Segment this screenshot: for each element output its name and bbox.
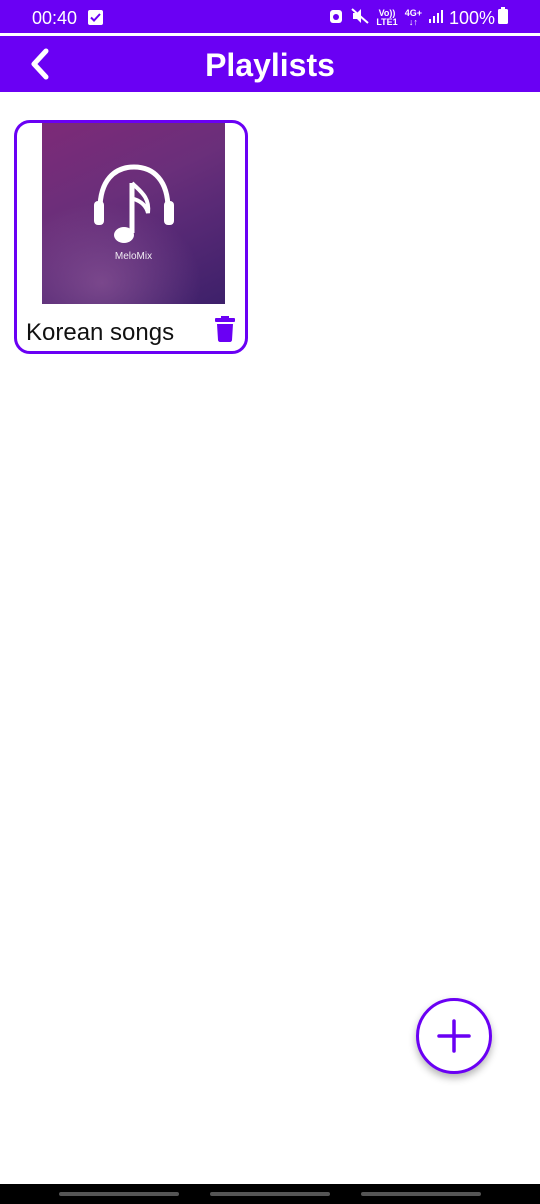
nav-home[interactable] bbox=[210, 1192, 330, 1196]
volte-label: Vo)) LTE1 bbox=[376, 9, 397, 27]
status-time: 00:40 bbox=[32, 8, 78, 28]
status-icons: Vo)) LTE1 4G+ ↓↑ 100% bbox=[321, 6, 508, 30]
nav-back[interactable] bbox=[361, 1192, 481, 1196]
notification-check-icon bbox=[88, 10, 103, 25]
plus-icon bbox=[437, 1019, 471, 1053]
playlist-card[interactable]: MeloMix Korean songs bbox=[14, 120, 248, 354]
trash-icon bbox=[215, 316, 235, 342]
status-bar: 00:40 Vo)) LTE1 4G+ ↓↑ 100% bbox=[0, 0, 540, 33]
nav-recents[interactable] bbox=[59, 1192, 179, 1196]
mute-icon bbox=[351, 7, 370, 29]
signal-icon bbox=[428, 9, 443, 28]
headphones-music-note-icon bbox=[94, 164, 174, 243]
battery-percent: 100% bbox=[448, 7, 495, 28]
alarm-icon bbox=[328, 8, 344, 29]
app-bar: Playlists bbox=[0, 36, 540, 92]
battery-icon bbox=[498, 7, 508, 29]
volte-label-bottom: LTE1 bbox=[376, 17, 398, 27]
network-type: 4G+ ↓↑ bbox=[405, 9, 422, 27]
data-arrows-icon: ↓↑ bbox=[408, 17, 418, 27]
system-nav-bar bbox=[0, 1184, 540, 1204]
playlist-cover: MeloMix bbox=[42, 123, 225, 304]
playlist-name: Korean songs bbox=[26, 319, 175, 346]
page-title: Playlists bbox=[205, 47, 335, 83]
add-playlist-button[interactable] bbox=[416, 998, 492, 1074]
delete-playlist-button[interactable] bbox=[212, 314, 238, 344]
cover-brand: MeloMix bbox=[114, 251, 153, 262]
